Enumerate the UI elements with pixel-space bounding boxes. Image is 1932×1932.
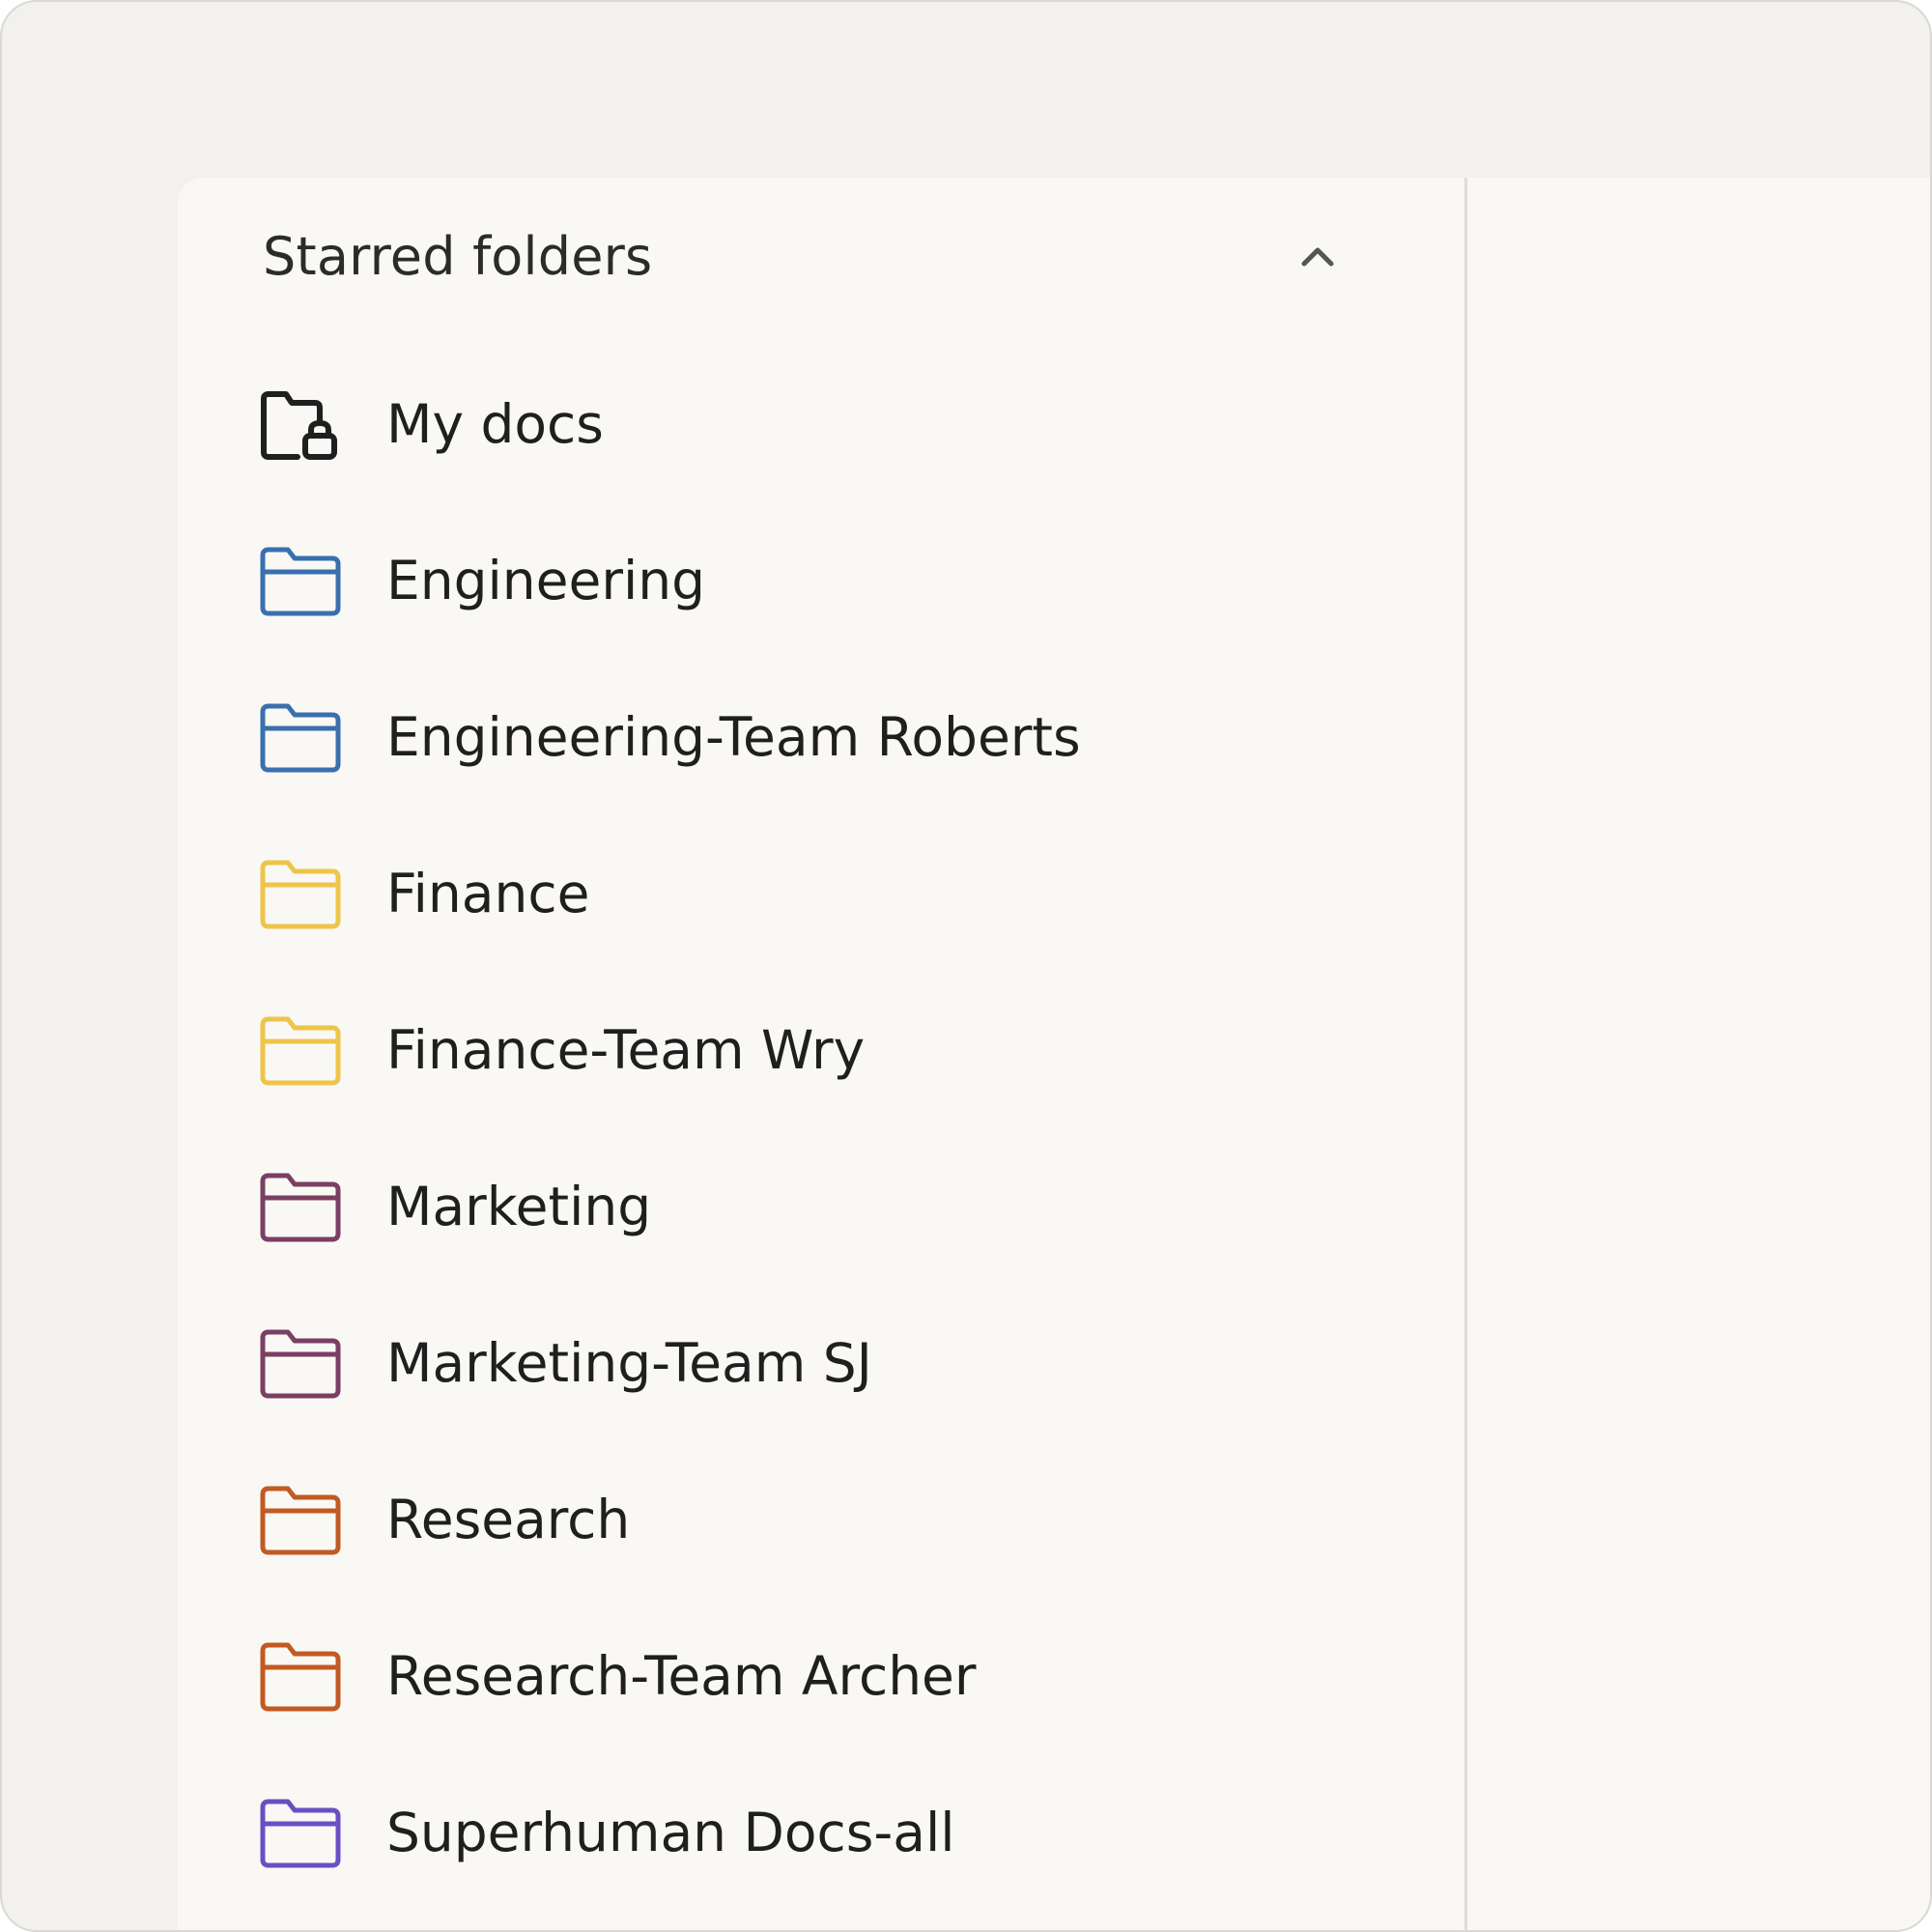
folder-item[interactable]: Research-Team Archer	[178, 1600, 1385, 1756]
folders-panel: Starred folders My docs Engineering Engine…	[178, 178, 1930, 1930]
folder-label: Finance-Team Wry	[386, 1019, 866, 1081]
folder-item[interactable]: Engineering	[178, 504, 1385, 661]
folder-label: Research-Team Archer	[386, 1645, 977, 1707]
folder-item[interactable]: Superhuman Docs-all	[178, 1756, 1385, 1913]
folder-item[interactable]: Finance-Team Wry	[178, 974, 1385, 1130]
folder-icon	[259, 1328, 342, 1402]
folder-item[interactable]: Marketing	[178, 1130, 1385, 1287]
starred-folder-list: My docs Engineering Engineering-Team Rober…	[178, 348, 1385, 1913]
folder-icon	[259, 1798, 342, 1871]
folder-icon	[259, 1015, 342, 1089]
folder-icon	[259, 702, 342, 776]
folder-item[interactable]: Finance	[178, 817, 1385, 974]
folder-lock-icon	[259, 389, 342, 463]
folder-label: Superhuman Docs-all	[386, 1802, 955, 1863]
folder-label: Research	[386, 1489, 631, 1550]
folder-item[interactable]: Engineering-Team Roberts	[178, 661, 1385, 817]
chevron-up-icon	[1279, 221, 1356, 298]
panel-divider	[1464, 178, 1467, 1930]
collapse-button[interactable]	[1279, 221, 1356, 298]
folder-item[interactable]: Marketing-Team SJ	[178, 1287, 1385, 1443]
folder-icon	[259, 1485, 342, 1558]
folder-icon	[259, 859, 342, 932]
section-title: Starred folders	[263, 226, 653, 287]
folder-label: Engineering-Team Roberts	[386, 706, 1081, 768]
folder-label: Marketing	[386, 1176, 652, 1237]
starred-folders-header: Starred folders	[178, 178, 1385, 348]
folder-label: Finance	[386, 863, 590, 924]
folder-label: Engineering	[386, 550, 705, 611]
folder-label: My docs	[386, 393, 604, 455]
folder-item[interactable]: Research	[178, 1443, 1385, 1600]
folder-icon	[259, 546, 342, 619]
folder-icon	[259, 1172, 342, 1245]
folder-item[interactable]: My docs	[178, 348, 1385, 504]
folder-label: Marketing-Team SJ	[386, 1332, 872, 1394]
window-frame: Starred folders My docs Engineering Engine…	[0, 0, 1932, 1932]
folder-icon	[259, 1641, 342, 1715]
